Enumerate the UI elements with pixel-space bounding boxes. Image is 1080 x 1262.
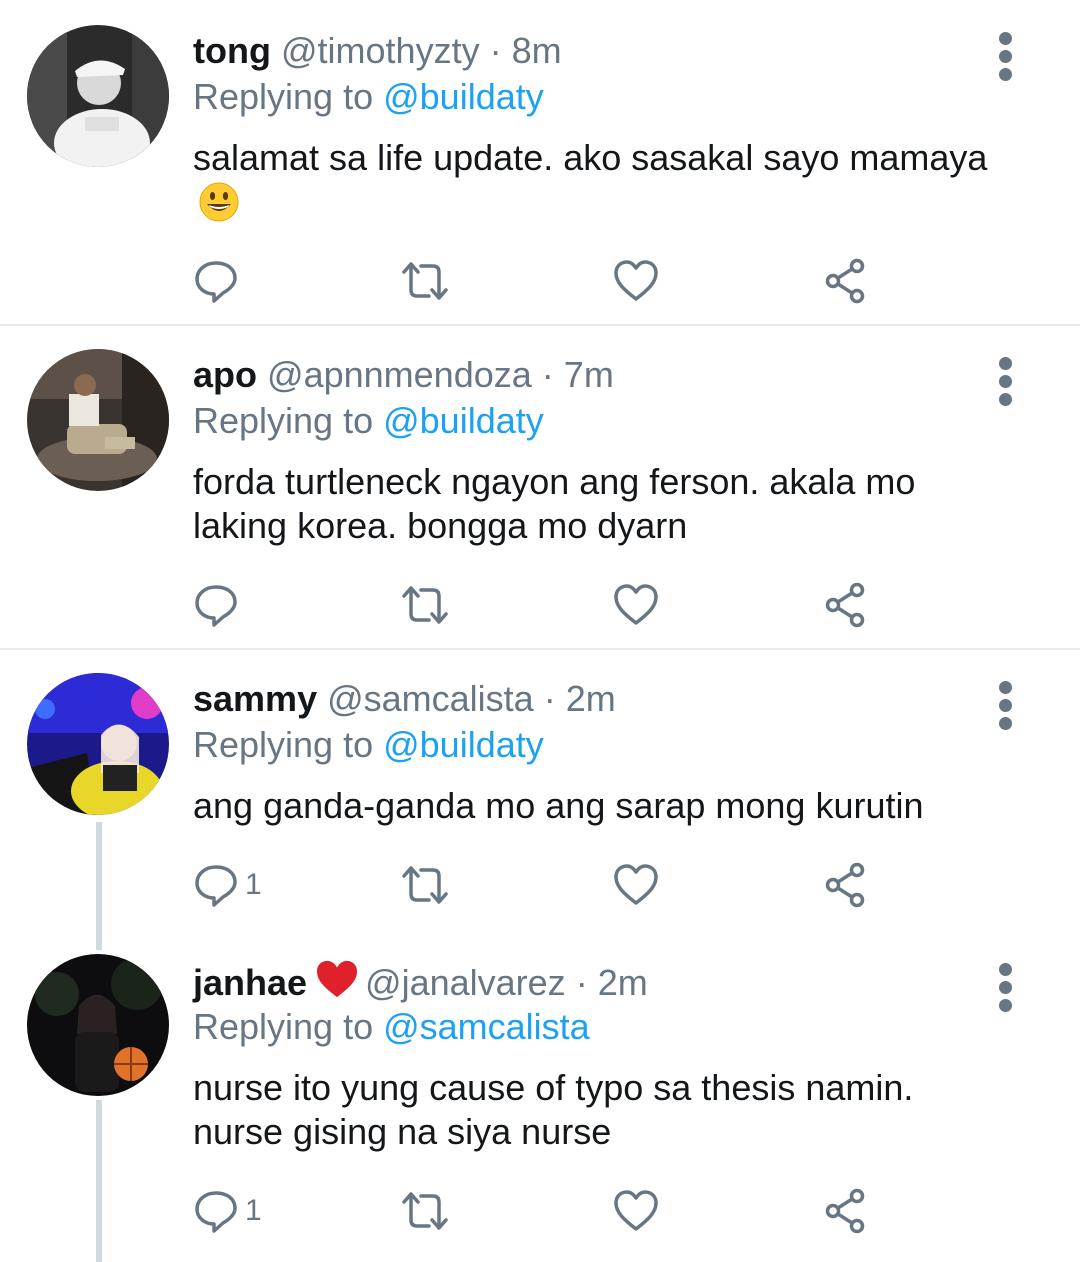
tweet-text: forda turtleneck ngayon ang ferson. akal…	[193, 461, 916, 546]
share-icon	[825, 862, 865, 908]
reply-count: 1	[245, 1194, 262, 1227]
like-button[interactable]	[613, 580, 659, 630]
handle[interactable]: @timothyzty	[281, 30, 480, 71]
avatar[interactable]	[27, 349, 169, 491]
reply-count: 1	[245, 868, 262, 901]
share-icon	[825, 582, 865, 628]
replying-to-label: Replying to	[193, 76, 384, 117]
tweet[interactable]: tong @timothyzty · 8m Replying to @build…	[0, 0, 1080, 326]
display-name[interactable]: tong	[193, 30, 271, 71]
replying-to-label: Replying to	[193, 1006, 384, 1047]
like-icon	[614, 1190, 658, 1231]
more-options-icon[interactable]	[990, 681, 1022, 731]
tweet-text: nurse ito yung cause of typo sa thesis n…	[193, 1067, 914, 1152]
reply-icon	[195, 585, 237, 627]
avatar[interactable]	[27, 25, 169, 167]
share-icon	[825, 1188, 865, 1234]
reply-icon	[195, 865, 237, 907]
reply-icon	[195, 1191, 237, 1233]
like-icon	[614, 584, 658, 625]
like-button[interactable]	[613, 256, 659, 306]
reply-button[interactable]: 1	[193, 1186, 262, 1236]
share-button[interactable]	[823, 256, 869, 306]
display-name[interactable]: janhae	[193, 962, 307, 1003]
share-button[interactable]	[823, 580, 869, 630]
tweet[interactable]: sammy @samcalista · 2m Replying to @buil…	[0, 650, 1080, 930]
retweet-button[interactable]	[398, 860, 452, 910]
replying-to: Replying to @samcalista	[193, 1005, 590, 1049]
tweet[interactable]: janhae @janalvarez · 2m Replying to @samc…	[0, 930, 1080, 1262]
replying-to: Replying to @buildaty	[193, 399, 544, 443]
handle[interactable]: @apnnmendoza	[267, 354, 532, 395]
like-icon	[614, 260, 658, 301]
display-name[interactable]: sammy	[193, 678, 317, 719]
handle[interactable]: @samcalista	[327, 678, 534, 719]
replying-to-label: Replying to	[193, 400, 384, 441]
retweet-icon	[402, 262, 448, 300]
timestamp[interactable]: 8m	[512, 30, 562, 71]
timestamp[interactable]: 2m	[598, 962, 648, 1003]
more-options-icon[interactable]	[990, 32, 1022, 82]
display-name[interactable]: apo	[193, 354, 257, 395]
like-button[interactable]	[613, 860, 659, 910]
separator: ·	[543, 678, 556, 719]
retweet-icon	[402, 1192, 448, 1230]
retweet-button[interactable]	[398, 580, 452, 630]
tweet-actions: 1	[193, 860, 893, 910]
more-options-icon[interactable]	[990, 357, 1022, 407]
reply-icon	[195, 261, 237, 303]
avatar[interactable]	[27, 673, 169, 815]
tweet-actions: 1	[193, 1186, 893, 1236]
mention-link[interactable]: @buildaty	[383, 400, 544, 441]
retweet-icon	[402, 586, 448, 624]
mention-link[interactable]: @buildaty	[383, 76, 544, 117]
retweet-button[interactable]	[398, 1186, 452, 1236]
red-heart-icon	[315, 959, 359, 1009]
timestamp[interactable]: 2m	[566, 678, 616, 719]
more-options-icon[interactable]	[990, 963, 1022, 1013]
tweet-body: salamat sa life update. ako sasakal sayo…	[193, 137, 988, 178]
retweet-button[interactable]	[398, 256, 452, 306]
timestamp[interactable]: 7m	[564, 354, 614, 395]
replying-to-label: Replying to	[193, 724, 384, 765]
avatar[interactable]	[27, 954, 169, 1096]
tweet-header: apo @apnnmendoza · 7m	[193, 353, 614, 397]
mention-link[interactable]: @samcalista	[383, 1006, 590, 1047]
separator: ·	[575, 962, 588, 1003]
tweet-text: ang ganda-ganda mo ang sarap mong kuruti…	[193, 785, 924, 826]
mention-link[interactable]: @buildaty	[383, 724, 544, 765]
tweet-actions	[193, 580, 893, 630]
share-icon	[825, 258, 865, 304]
tweet-header: janhae @janalvarez · 2m	[193, 959, 648, 1009]
grinning-face-icon	[199, 182, 239, 232]
tweet-header: tong @timothyzty · 8m	[193, 29, 562, 73]
tweet-actions	[193, 256, 893, 306]
share-button[interactable]	[823, 1186, 869, 1236]
replying-to: Replying to @buildaty	[193, 75, 544, 119]
reply-button[interactable]	[193, 580, 245, 630]
handle[interactable]: @janalvarez	[365, 962, 566, 1003]
like-icon	[614, 864, 658, 905]
reply-button[interactable]: 1	[193, 860, 262, 910]
reply-button[interactable]	[193, 256, 245, 306]
like-button[interactable]	[613, 1186, 659, 1236]
share-button[interactable]	[823, 860, 869, 910]
separator: ·	[489, 30, 502, 71]
replying-to: Replying to @buildaty	[193, 723, 544, 767]
separator: ·	[541, 354, 554, 395]
tweet-header: sammy @samcalista · 2m	[193, 677, 616, 721]
tweet[interactable]: apo @apnnmendoza · 7m Replying to @build…	[0, 326, 1080, 650]
tweet-text: salamat sa life update. ako sasakal sayo…	[193, 136, 1013, 232]
retweet-icon	[402, 866, 448, 904]
